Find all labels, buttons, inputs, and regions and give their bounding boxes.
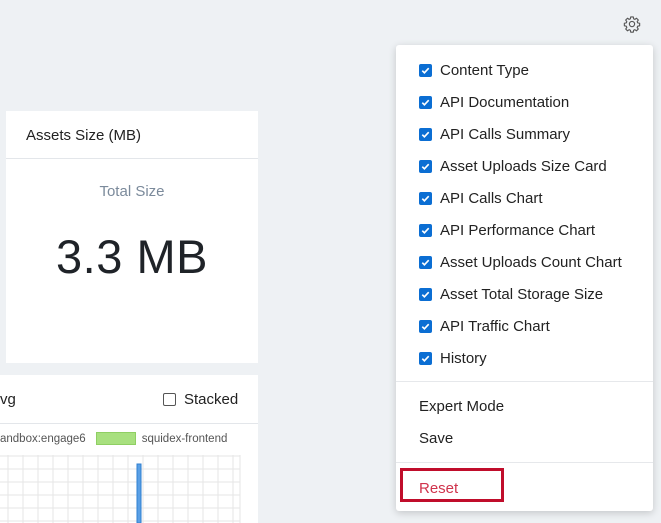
save-button[interactable]: Save <box>419 430 453 447</box>
expert-mode-button[interactable]: Expert Mode <box>419 398 504 415</box>
legend-item-label: andbox:engage6 <box>0 432 86 445</box>
legend-item-label: squidex-frontend <box>141 432 228 445</box>
chart-plot-area <box>0 455 241 523</box>
checkbox-checked-icon[interactable] <box>419 351 432 365</box>
total-size-label: Total Size <box>99 183 165 200</box>
gear-icon <box>623 16 641 33</box>
chart-bar <box>136 463 142 523</box>
stacked-label: Stacked <box>184 391 239 408</box>
reset-button[interactable]: Reset <box>419 480 458 497</box>
menu-item-label: API Performance Chart <box>440 221 596 239</box>
menu-divider <box>396 381 653 382</box>
checkbox-checked-icon[interactable] <box>419 63 432 77</box>
menu-item-label: API Documentation <box>440 93 570 111</box>
menu-item-asset-total-storage-size[interactable]: Asset Total Storage Size <box>419 282 603 306</box>
checkbox-checked-icon[interactable] <box>419 127 432 141</box>
total-size-value: 3.3 MB <box>56 230 208 283</box>
checkbox-checked-icon[interactable] <box>419 223 432 237</box>
traffic-card-title: vg <box>0 391 16 408</box>
traffic-chart-card: vg Stacked andbox:engage6 squidex-fronte… <box>0 375 258 523</box>
menu-item-label: Asset Uploads Count Chart <box>440 253 622 271</box>
dashboard-settings-menu: Content Type API Documentation API Calls… <box>396 45 653 511</box>
menu-item-api-calls-summary[interactable]: API Calls Summary <box>419 122 570 146</box>
assets-size-card: Assets Size (MB) Total Size 3.3 MB <box>6 111 258 363</box>
menu-item-api-calls-chart[interactable]: API Calls Chart <box>419 186 543 210</box>
menu-item-history[interactable]: History <box>419 346 487 370</box>
menu-item-label: Content Type <box>440 61 529 79</box>
stacked-checkbox-box[interactable] <box>163 393 176 406</box>
checkbox-checked-icon[interactable] <box>419 95 432 109</box>
assets-size-card-title: Assets Size (MB) <box>6 111 258 159</box>
legend-swatch <box>95 432 136 445</box>
menu-item-label: API Traffic Chart <box>440 317 550 335</box>
stacked-checkbox[interactable]: Stacked <box>163 391 238 408</box>
menu-item-label: Asset Total Storage Size <box>440 285 604 303</box>
menu-item-asset-uploads-size-card[interactable]: Asset Uploads Size Card <box>419 154 607 178</box>
menu-item-content-type[interactable]: Content Type <box>419 58 529 82</box>
menu-divider <box>396 462 653 463</box>
checkbox-checked-icon[interactable] <box>419 159 432 173</box>
menu-item-label: Asset Uploads Size Card <box>440 157 607 175</box>
checkbox-checked-icon[interactable] <box>419 287 432 301</box>
checkbox-checked-icon[interactable] <box>419 255 432 269</box>
menu-item-asset-uploads-count-chart[interactable]: Asset Uploads Count Chart <box>419 250 622 274</box>
traffic-card-header: vg Stacked <box>0 375 258 424</box>
menu-item-api-traffic-chart[interactable]: API Traffic Chart <box>419 314 550 338</box>
menu-item-label: API Calls Summary <box>440 125 571 143</box>
settings-gear-button[interactable] <box>622 14 642 34</box>
checkbox-checked-icon[interactable] <box>419 191 432 205</box>
menu-item-label: History <box>440 349 487 367</box>
checkbox-checked-icon[interactable] <box>419 319 432 333</box>
chart-legend: andbox:engage6 squidex-frontend <box>0 432 227 445</box>
menu-item-label: API Calls Chart <box>440 189 543 207</box>
menu-item-api-documentation[interactable]: API Documentation <box>419 90 569 114</box>
menu-item-api-performance-chart[interactable]: API Performance Chart <box>419 218 595 242</box>
